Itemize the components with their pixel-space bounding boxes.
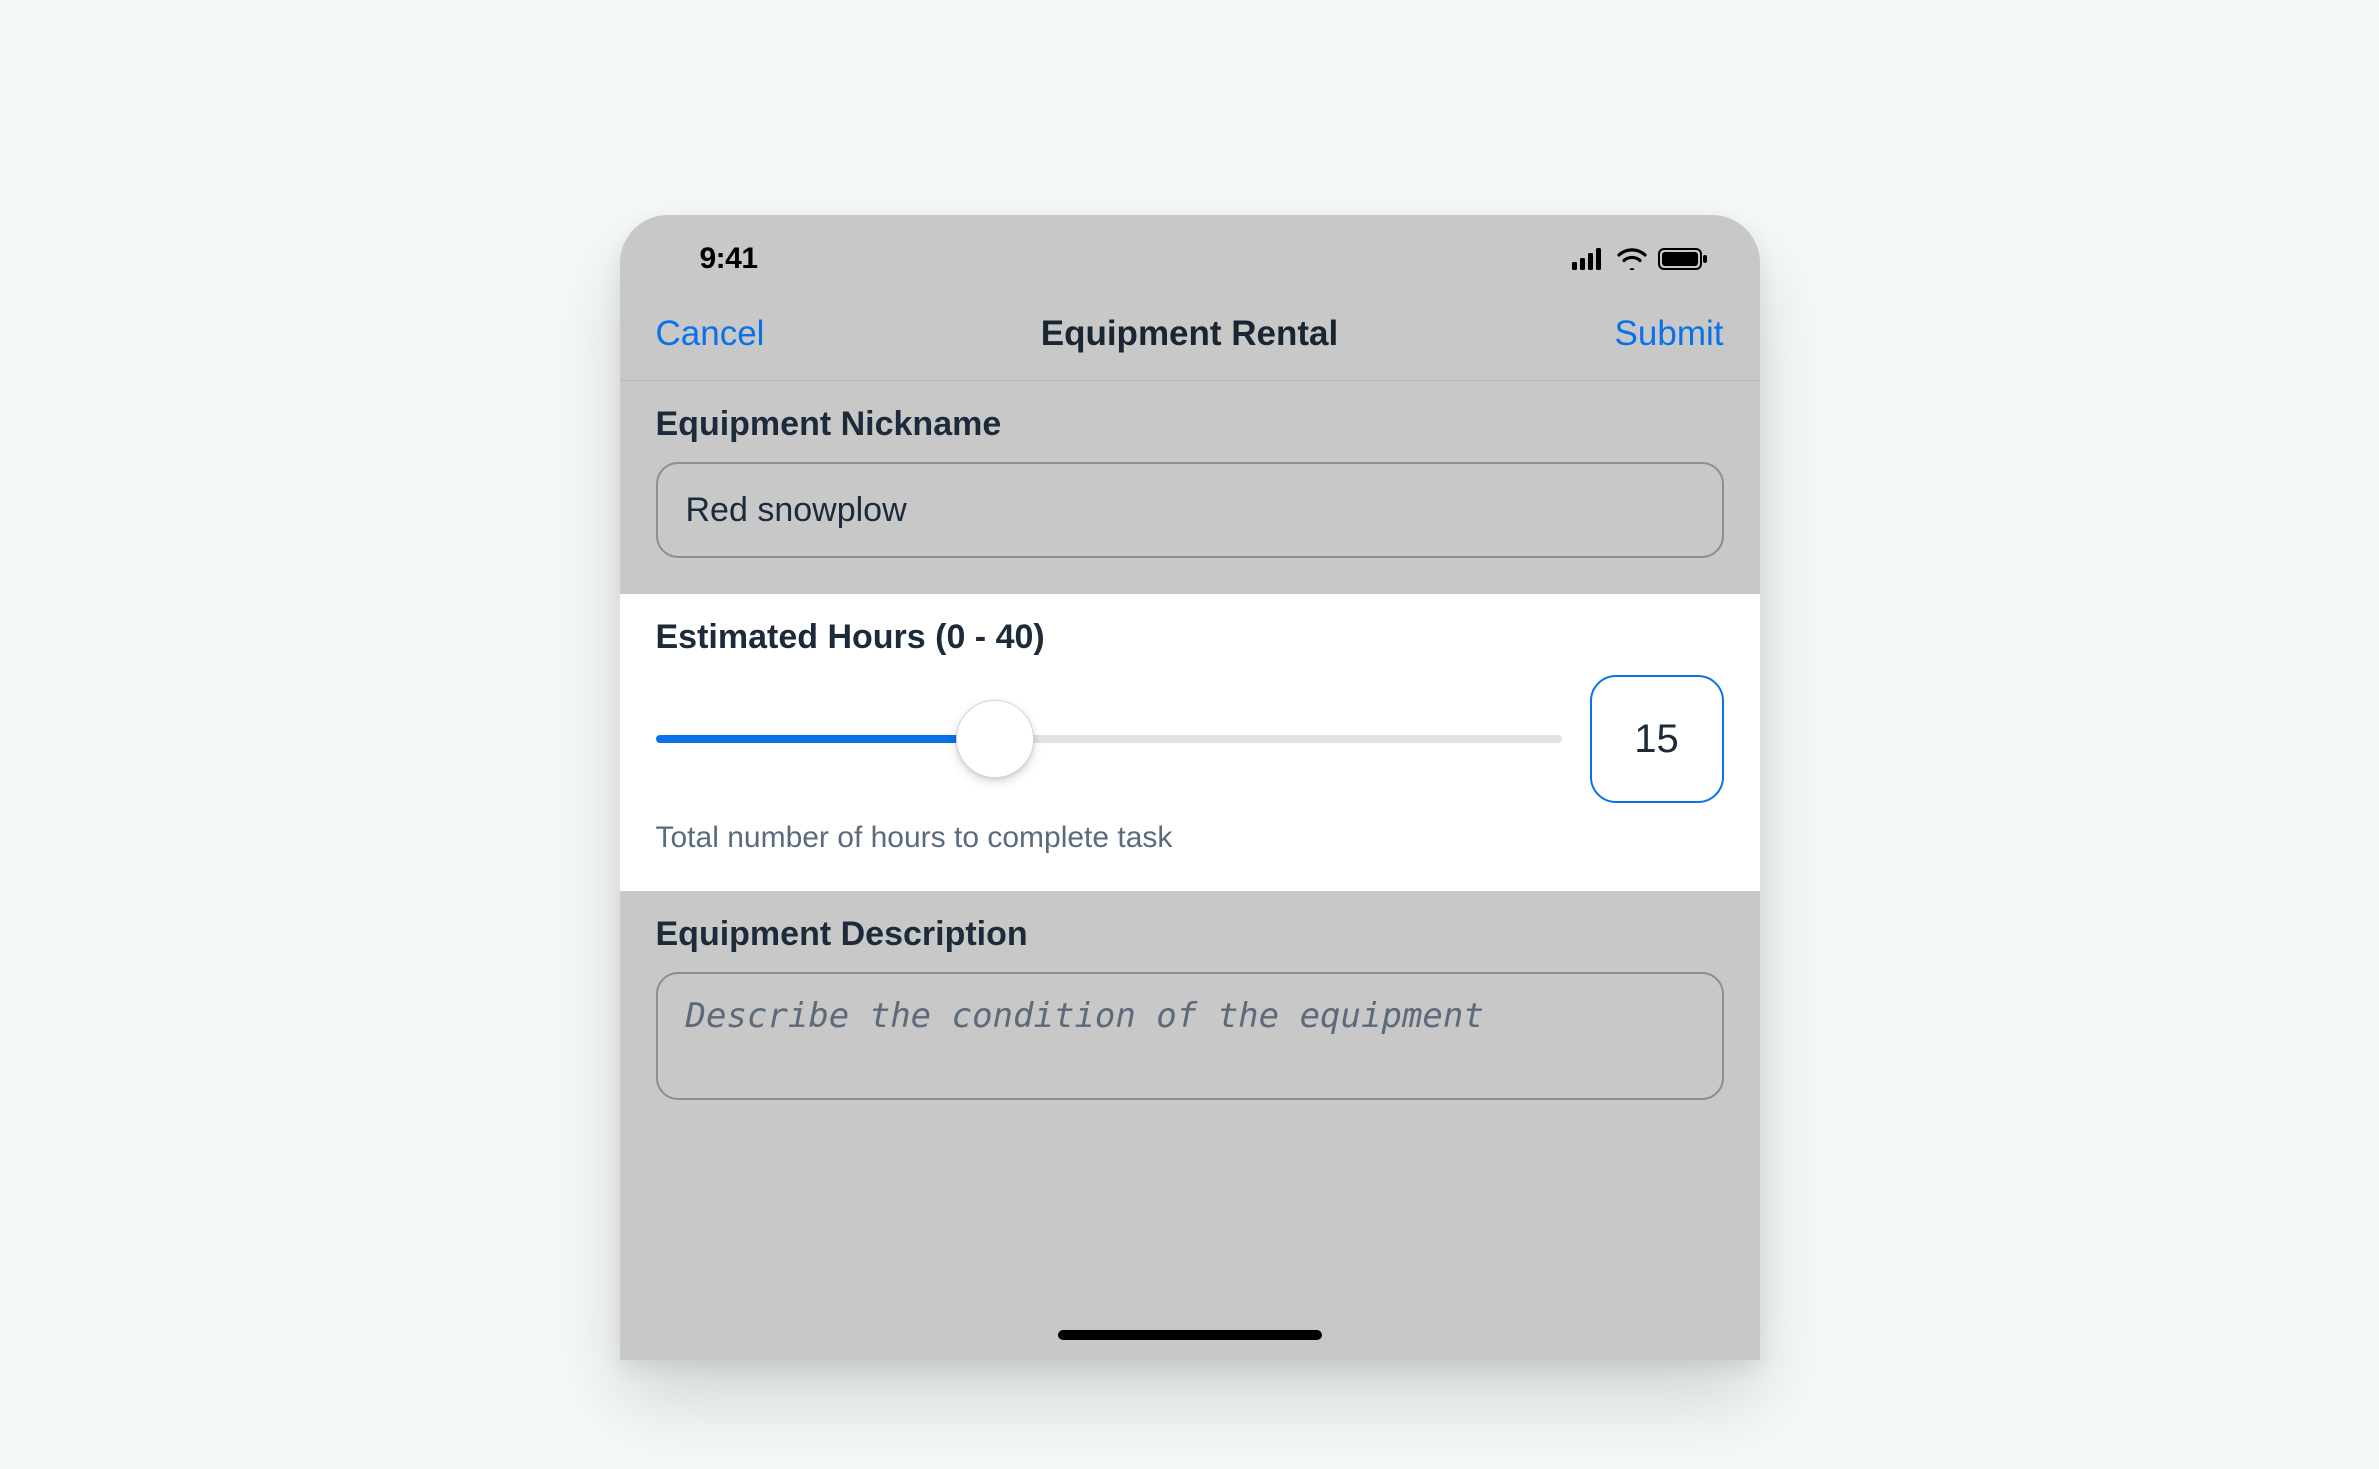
device-frame: 9:41 Cancel Equipment Rental Submit	[620, 215, 1760, 1360]
description-section: Equipment Description	[620, 891, 1760, 1205]
home-indicator	[1058, 1330, 1322, 1340]
slider-fill	[656, 735, 996, 743]
battery-icon	[1658, 248, 1708, 270]
slider-thumb[interactable]	[956, 700, 1034, 778]
status-bar: 9:41	[620, 215, 1760, 287]
description-textarea[interactable]	[656, 972, 1724, 1100]
hours-section: Estimated Hours (0 - 40) 15 Total number…	[620, 594, 1760, 891]
cancel-button[interactable]: Cancel	[656, 314, 765, 354]
cellular-icon	[1572, 248, 1606, 270]
description-label: Equipment Description	[656, 915, 1724, 954]
hours-helper-text: Total number of hours to complete task	[656, 821, 1724, 855]
nav-bar: Cancel Equipment Rental Submit	[620, 287, 1760, 381]
nickname-label: Equipment Nickname	[656, 405, 1724, 444]
status-icons	[1572, 248, 1708, 270]
hours-slider-row: 15	[656, 675, 1724, 803]
hours-slider[interactable]	[656, 713, 1562, 765]
hours-label: Estimated Hours (0 - 40)	[656, 618, 1724, 657]
status-time: 9:41	[700, 242, 758, 276]
nickname-section: Equipment Nickname	[620, 381, 1760, 594]
submit-button[interactable]: Submit	[1615, 314, 1724, 354]
nickname-input[interactable]	[656, 462, 1724, 558]
hours-value-box[interactable]: 15	[1590, 675, 1724, 803]
slider-track	[656, 735, 1562, 743]
wifi-icon	[1616, 248, 1648, 270]
page-title: Equipment Rental	[1041, 314, 1339, 354]
